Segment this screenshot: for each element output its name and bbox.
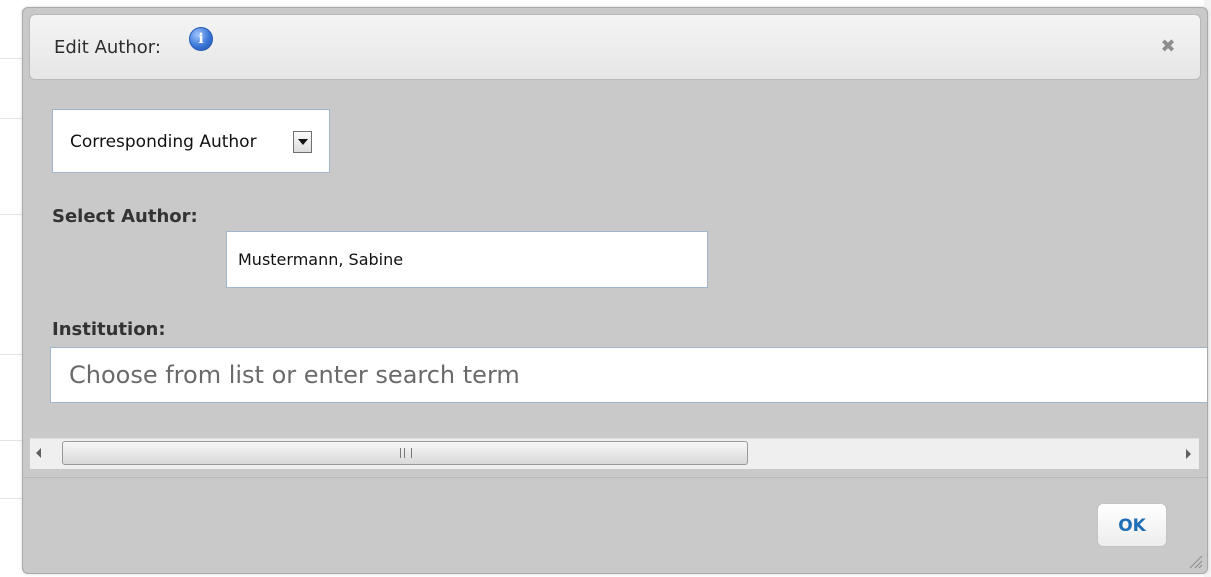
dialog-titlebar[interactable]: Edit Author: i ✖ xyxy=(29,14,1201,80)
author-role-selected-value: Corresponding Author xyxy=(70,132,257,152)
chevron-down-icon[interactable] xyxy=(293,131,312,153)
select-author-input[interactable]: Mustermann, Sabine xyxy=(226,231,708,288)
select-author-label: Select Author: xyxy=(52,206,198,227)
info-icon[interactable]: i xyxy=(189,27,213,51)
scroll-right-arrow-icon[interactable] xyxy=(1186,449,1191,459)
resize-grip-icon[interactable] xyxy=(1187,553,1203,569)
footer-divider xyxy=(23,477,1207,478)
dialog-title: Edit Author: xyxy=(54,37,161,58)
horizontal-scrollbar[interactable] xyxy=(30,438,1199,469)
grip-icon xyxy=(400,448,412,458)
institution-search-input[interactable]: Choose from list or enter search term xyxy=(50,347,1207,403)
scroll-left-arrow-icon[interactable] xyxy=(36,448,41,458)
scrollbar-thumb[interactable] xyxy=(62,441,748,465)
edit-author-dialog: Edit Author: i ✖ Corresponding Author Se… xyxy=(22,7,1208,574)
ok-button[interactable]: OK xyxy=(1097,503,1167,547)
close-icon[interactable]: ✖ xyxy=(1160,38,1176,56)
institution-label: Institution: xyxy=(52,319,166,340)
author-role-select[interactable]: Corresponding Author xyxy=(52,109,330,173)
